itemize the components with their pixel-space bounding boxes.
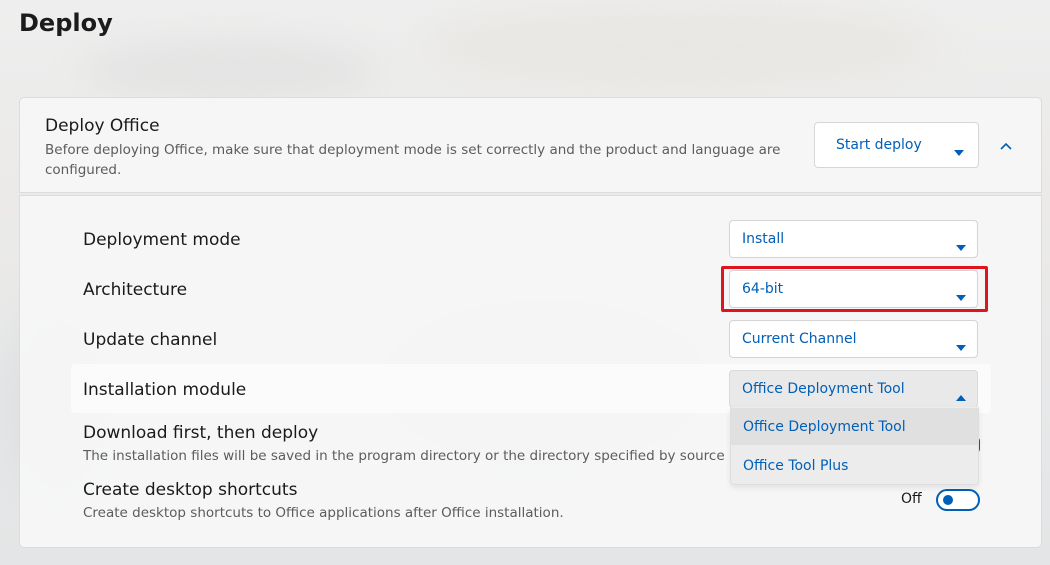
update-channel-combobox[interactable]: Current Channel [729,320,978,358]
deploy-office-title: Deploy Office [45,116,160,136]
chevron-up-icon [956,386,966,405]
installation-module-dropdown: Office Deployment Tool Office Tool Plus [730,407,979,485]
dropdown-option-office-deployment-tool[interactable]: Office Deployment Tool [731,408,978,445]
chevron-down-icon [956,336,966,355]
chevron-down-icon[interactable] [954,141,964,160]
deploy-office-description: Before deploying Office, make sure that … [45,142,781,178]
download-first-description-clip: The installation files will be saved in … [83,448,730,468]
toggle-knob [943,495,953,505]
start-deploy-button[interactable]: Start deploy [836,137,922,153]
chevron-down-icon [956,236,966,255]
installation-module-label: Installation module [83,380,247,400]
dropdown-option-office-tool-plus[interactable]: Office Tool Plus [731,447,978,484]
deploy-office-card-header: Deploy Office Before deploying Office, m… [19,97,1042,193]
desktop-shortcuts-description: Create desktop shortcuts to Office appli… [83,505,564,521]
architecture-highlight-box [721,266,988,312]
deployment-mode-label: Deployment mode [83,230,241,250]
desktop-shortcuts-toggle[interactable] [936,489,980,511]
update-channel-label: Update channel [83,330,218,350]
chevron-up-icon[interactable] [1000,135,1012,154]
deployment-mode-combobox[interactable]: Install [729,220,978,258]
download-first-title: Download first, then deploy [83,423,319,443]
desktop-shortcuts-title: Create desktop shortcuts [83,480,298,500]
update-channel-value: Current Channel [742,331,857,347]
page-title: Deploy [19,9,113,37]
installation-module-combobox[interactable]: Office Deployment Tool [729,370,978,408]
download-first-description: The installation files will be saved in … [83,448,730,464]
installation-module-value: Office Deployment Tool [742,381,905,397]
start-deploy-split-button[interactable]: Start deploy [814,122,979,168]
deployment-mode-value: Install [742,231,785,247]
architecture-label: Architecture [83,280,188,300]
desktop-shortcuts-toggle-state: Off [901,491,922,507]
